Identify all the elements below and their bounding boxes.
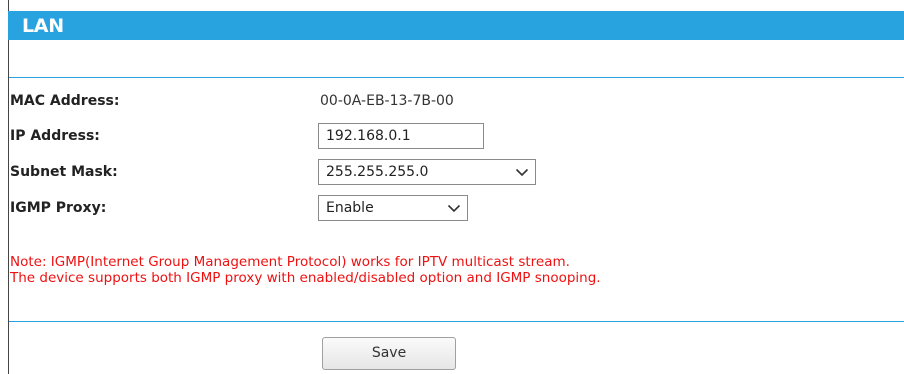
subnet-mask-selected-value: 255.255.255.0 [326, 164, 429, 180]
chevron-down-icon [515, 160, 529, 184]
igmp-note-line-1: Note: IGMP(Internet Group Management Pro… [10, 254, 570, 270]
chevron-down-icon [447, 196, 461, 220]
subnet-mask-label: Subnet Mask: [10, 164, 118, 180]
igmp-note: Note: IGMP(Internet Group Management Pro… [10, 254, 601, 286]
header-bar [8, 11, 904, 40]
page-title: LAN [22, 15, 64, 37]
divider-top [9, 77, 904, 78]
mac-address-value: 00-0A-EB-13-7B-00 [320, 93, 454, 109]
ip-address-input[interactable] [318, 123, 484, 149]
igmp-proxy-select[interactable]: Enable [318, 195, 468, 221]
igmp-proxy-selected-value: Enable [326, 200, 374, 216]
save-button[interactable]: Save [322, 337, 456, 370]
subnet-mask-select[interactable]: 255.255.255.0 [318, 159, 536, 185]
ip-address-label: IP Address: [10, 128, 100, 144]
panel-left-border [8, 0, 9, 374]
divider-bottom [9, 321, 904, 322]
igmp-note-line-2: The device supports both IGMP proxy with… [10, 270, 601, 286]
igmp-proxy-label: IGMP Proxy: [10, 200, 107, 216]
mac-address-label: MAC Address: [10, 93, 120, 109]
